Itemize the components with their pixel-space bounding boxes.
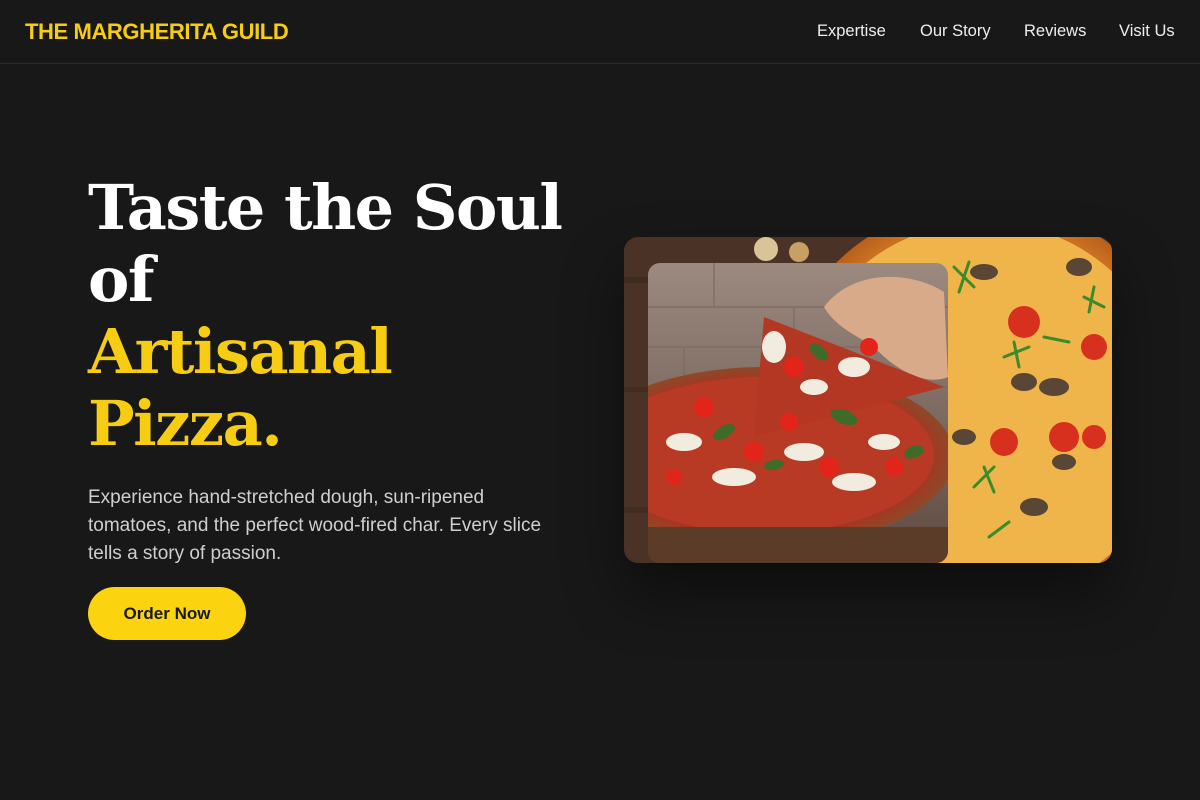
top-navbar: THE MARGHERITA GUILD Expertise Our Story… [0,0,1200,64]
hero-title: Taste the Soul of Artisanal Pizza. [88,172,608,460]
hero-title-accent: Pizza. [88,387,283,460]
hero-title-line: of [88,243,155,316]
nav-link-visit-us[interactable]: Visit Us [1119,22,1175,41]
nav-link-expertise[interactable]: Expertise [817,22,886,41]
hero-title-line: Taste the Soul [88,171,563,244]
hero-image-composite [624,237,1112,563]
hero-description: Experience hand-stretched dough, sun-rip… [88,487,542,564]
brand-logo[interactable]: THE MARGHERITA GUILD [25,19,289,45]
order-now-button[interactable]: Order Now [88,587,246,640]
pizza-photo-icon [624,237,1112,563]
nav-link-our-story[interactable]: Our Story [920,22,991,41]
foreground-slice-photo [648,263,948,563]
nav-link-reviews[interactable]: Reviews [1024,22,1086,41]
hero-title-accent: Artisanal [88,315,393,388]
